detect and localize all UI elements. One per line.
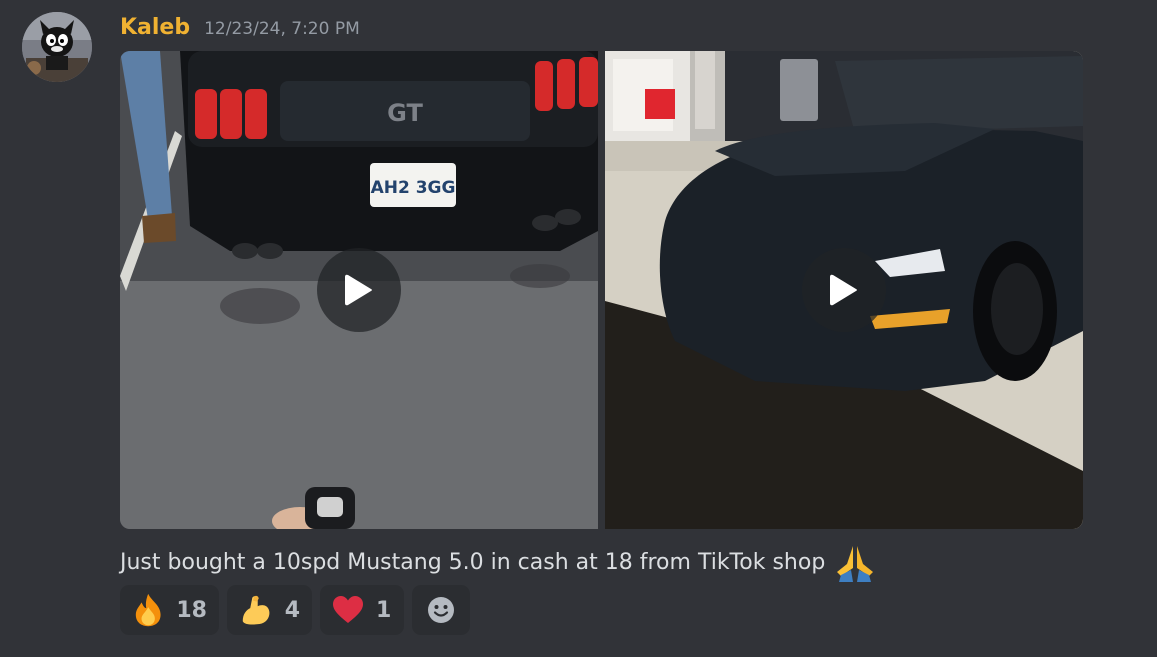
reaction-flexed-biceps[interactable]: 4 bbox=[227, 585, 312, 635]
message-header: Kaleb 12/23/24, 7:20 PM bbox=[120, 15, 360, 40]
add-reaction-button[interactable] bbox=[412, 585, 470, 635]
message-content: Just bought a 10spd Mustang 5.0 in cash … bbox=[120, 542, 877, 582]
reaction-count: 1 bbox=[376, 597, 392, 623]
play-icon bbox=[830, 274, 857, 306]
red-heart-icon bbox=[333, 596, 363, 623]
message-text: Just bought a 10spd Mustang 5.0 in cash … bbox=[120, 549, 826, 575]
reaction-count: 4 bbox=[284, 597, 300, 623]
reactions-bar: 18 4 1 bbox=[120, 585, 470, 635]
flexed-biceps-icon bbox=[242, 595, 270, 625]
reaction-fire[interactable]: 18 bbox=[120, 585, 219, 635]
timestamp[interactable]: 12/23/24, 7:20 PM bbox=[204, 19, 360, 39]
reaction-red-heart[interactable]: 1 bbox=[320, 585, 404, 635]
play-icon bbox=[345, 274, 372, 306]
gt-badge: GT bbox=[387, 99, 423, 127]
reaction-count: 18 bbox=[176, 597, 207, 623]
video-attachment-right[interactable] bbox=[605, 51, 1083, 529]
username[interactable]: Kaleb bbox=[120, 15, 190, 40]
fire-icon bbox=[135, 593, 161, 627]
license-plate: AH2 3GG bbox=[371, 178, 456, 198]
smiley-icon bbox=[428, 597, 454, 623]
avatar[interactable] bbox=[22, 12, 92, 82]
folded-hands-icon bbox=[837, 546, 874, 582]
play-button[interactable] bbox=[802, 248, 886, 332]
play-button[interactable] bbox=[317, 248, 401, 332]
avatar-image bbox=[22, 12, 92, 82]
video-attachment-left[interactable]: GT AH2 3GG bbox=[120, 51, 598, 529]
